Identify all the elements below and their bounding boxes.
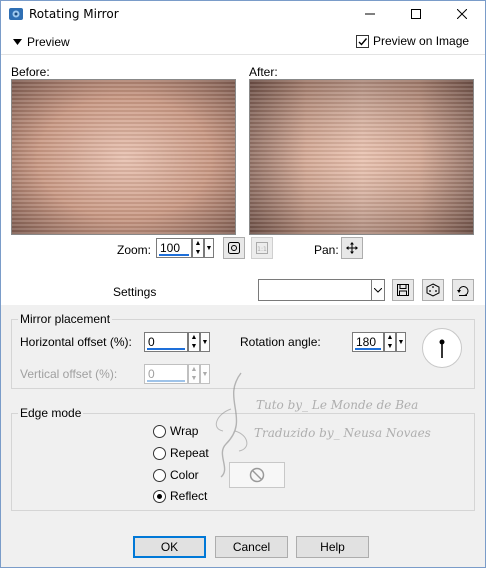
preview-on-image-checkbox[interactable]: Preview on Image [356,34,469,48]
watermark-line-1: Tuto by_ Le Monde de Bea [256,398,419,412]
focus-underline [147,380,185,382]
save-preset-button[interactable] [392,279,414,301]
rotating-mirror-dialog: Rotating Mirror Preview Preview on Image… [0,0,486,568]
vertical-offset-input[interactable]: 0 [144,364,188,384]
dial-needle-icon [439,339,445,358]
zoom-fit-icon [228,242,240,254]
after-label: After: [249,65,278,79]
cancel-button[interactable]: Cancel [215,536,288,558]
checkmark-icon [358,37,368,46]
settings-bar: Settings [1,275,485,305]
before-image [11,79,236,235]
focus-underline [159,254,189,256]
settings-dropdown-button[interactable] [371,279,385,301]
triangle-down-icon [13,39,22,45]
radio-reflect[interactable] [153,489,166,503]
radio-color[interactable] [153,468,166,482]
pan-label: Pan: [314,243,339,257]
spin-down-icon[interactable]: ▼ [189,342,199,351]
close-icon [457,9,467,19]
dropdown-arrow-icon: ▼ [205,244,213,252]
window-title: Rotating Mirror [29,7,119,21]
settings-select[interactable] [258,279,372,301]
horizontal-offset-label: Horizontal offset (%): [20,335,132,349]
maximize-icon [411,9,421,19]
dropdown-arrow-icon: ▼ [397,338,405,346]
minimize-icon [365,13,375,15]
spin-down-icon[interactable]: ▼ [385,342,395,351]
horizontal-offset-value: 0 [148,335,155,349]
preview-on-image-label: Preview on Image [373,34,470,48]
preview-toggle[interactable]: Preview [13,35,70,49]
reset-button[interactable] [452,279,474,301]
close-button[interactable] [439,1,485,27]
zoom-value: 100 [160,241,181,255]
save-icon [397,284,409,296]
edge-mode-color-label: Color [170,468,199,482]
zoom-to-fit-button[interactable] [223,237,245,259]
spin-up-icon[interactable]: ▲ [193,239,203,248]
minimize-button[interactable] [347,1,393,27]
edge-mode-title: Edge mode [18,406,84,420]
rotation-angle-value: 180 [356,335,377,349]
move-arrows-icon [346,242,358,254]
reset-icon [457,286,469,297]
settings-label: Settings [113,285,157,299]
actual-size-button[interactable]: 1:1 [251,237,273,259]
watermark-line-2: Traduzido by_ Neusa Novaes [254,426,431,440]
zoom-spinner[interactable]: ▲ ▼ [192,238,204,258]
edge-mode-wrap-label: Wrap [170,424,199,438]
horizontal-offset-dropdown[interactable]: ▼ [200,332,210,352]
ok-button[interactable]: OK [133,536,206,558]
rotation-angle-dropdown[interactable]: ▼ [396,332,406,352]
radio-repeat[interactable] [153,446,166,460]
spin-down-icon[interactable]: ▼ [193,248,203,257]
dropdown-arrow-icon: ▼ [201,338,209,346]
rotation-angle-label: Rotation angle: [240,335,321,349]
vertical-offset-label: Vertical offset (%): [20,367,118,381]
randomize-button[interactable] [422,279,444,301]
mirror-placement-title: Mirror placement [18,312,113,326]
help-button[interactable]: Help [296,536,369,558]
before-image-canvas [12,80,235,234]
focus-underline [147,348,185,350]
spin-up-icon[interactable]: ▲ [189,333,199,342]
edge-mode-wrap[interactable]: Wrap [153,424,198,438]
zoom-input[interactable]: 100 [156,238,192,258]
focus-underline [355,348,381,350]
preview-toggle-label: Preview [27,35,70,49]
preview-area: Before: After: Zoom: 100 ▲ ▼ ▼ 1:1 Pan: [1,55,485,275]
rotation-dial[interactable] [422,328,462,368]
zoom-label: Zoom: [117,243,152,257]
rotation-angle-spinner[interactable]: ▲ ▼ [384,332,396,352]
app-icon [9,8,23,20]
checkbox-box[interactable] [356,34,369,48]
edge-mode-reflect-label: Reflect [170,489,208,503]
vertical-offset-spinner[interactable]: ▲ ▼ [188,364,200,384]
spin-down-icon[interactable]: ▼ [189,374,199,383]
title-bar: Rotating Mirror [1,1,485,27]
vertical-offset-value: 0 [148,367,155,381]
chevron-down-icon [374,287,382,293]
spin-up-icon[interactable]: ▲ [385,333,395,342]
after-image-canvas [250,80,473,234]
pan-button[interactable] [341,237,363,259]
after-image [249,79,474,235]
edge-mode-color[interactable]: Color [153,468,199,482]
edge-mode-reflect[interactable]: Reflect [153,489,207,503]
spin-up-icon[interactable]: ▲ [189,365,199,374]
dice-icon [426,283,440,297]
radio-wrap[interactable] [153,424,166,438]
preview-bar: Preview Preview on Image [1,27,485,55]
before-label: Before: [11,65,50,79]
maximize-button[interactable] [393,1,439,27]
one-to-one-icon: 1:1 [256,242,268,254]
svg-text:1:1: 1:1 [257,246,267,253]
rotation-angle-input[interactable]: 180 [352,332,384,352]
zoom-dropdown-button[interactable]: ▼ [204,238,214,258]
horizontal-offset-input[interactable]: 0 [144,332,188,352]
horizontal-offset-spinner[interactable]: ▲ ▼ [188,332,200,352]
flourish-watermark-icon [215,372,248,478]
